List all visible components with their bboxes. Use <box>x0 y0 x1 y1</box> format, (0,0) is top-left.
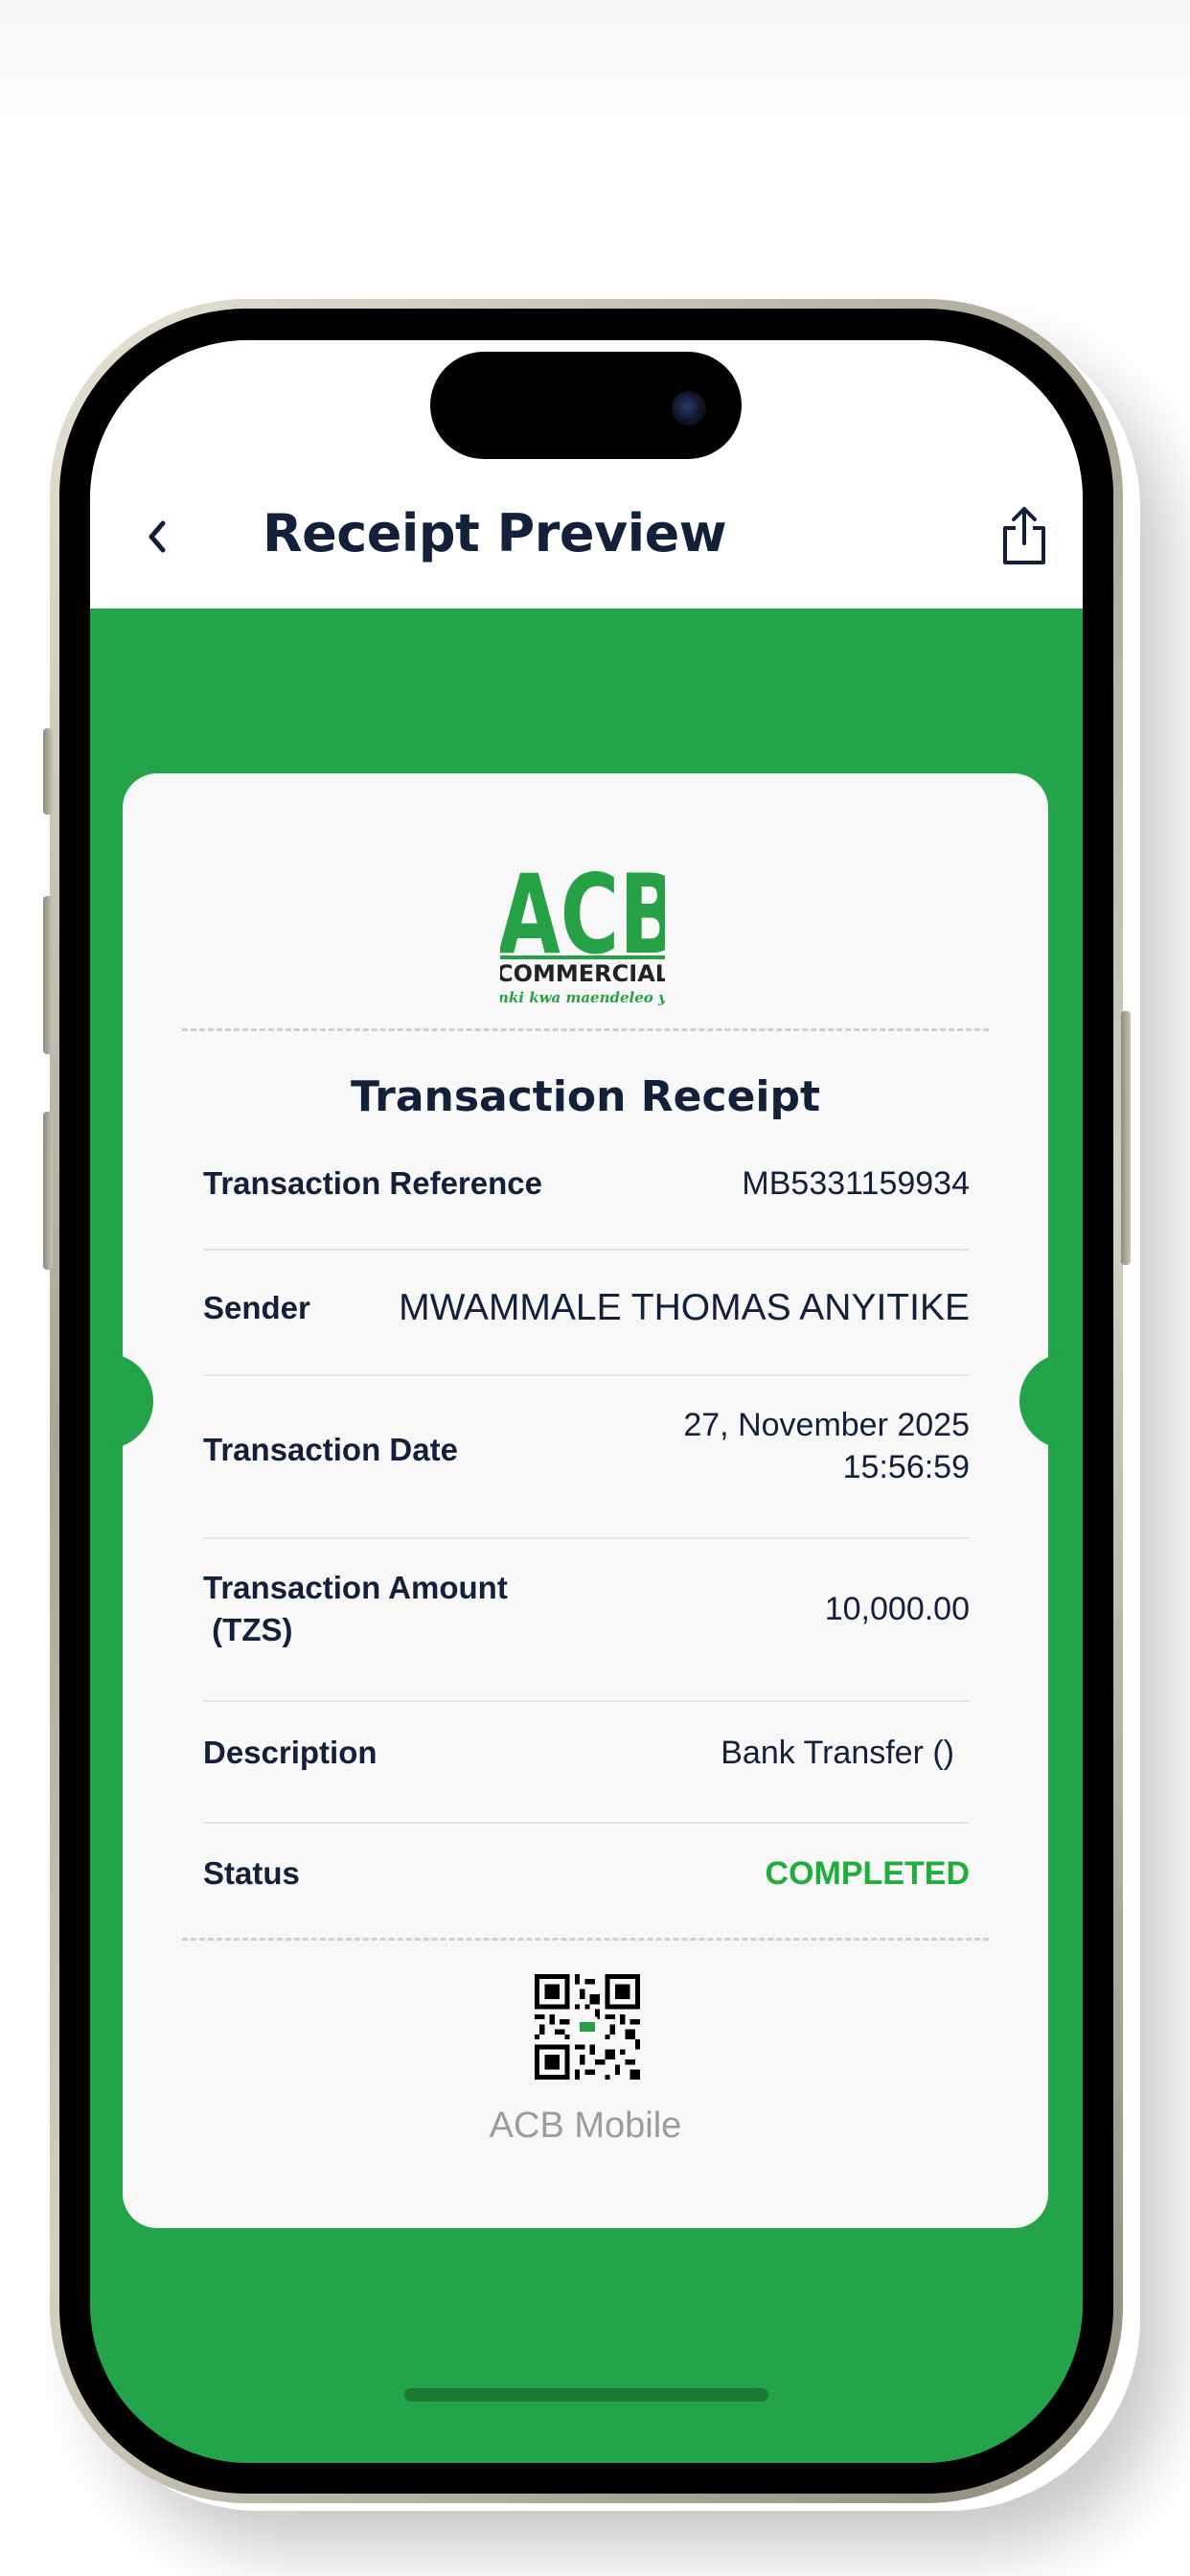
top-bar: Receipt Preview <box>90 340 1083 609</box>
row-label: Transaction Amount <box>203 1570 508 1605</box>
row-label: Description <box>203 1735 378 1770</box>
volume-down-button <box>43 1112 53 1270</box>
power-button <box>1121 1011 1131 1265</box>
share-button[interactable] <box>991 503 1058 570</box>
page-title: Receipt Preview <box>263 503 727 564</box>
qr-code-icon <box>535 1974 640 2080</box>
status-badge: COMPLETED <box>765 1855 970 1892</box>
row-separator <box>203 1700 970 1702</box>
row-value-date: 27, November 2025 <box>683 1407 970 1443</box>
row-transaction-amount: Transaction Amount (TZS) 10,000.00 <box>203 1559 970 1655</box>
row-transaction-date: Transaction Date 27, November 2025 15:56… <box>203 1396 970 1492</box>
row-description: Description Bank Transfer () <box>203 1732 970 1774</box>
front-camera <box>672 391 706 426</box>
row-status: Status COMPLETED <box>203 1852 970 1895</box>
home-indicator[interactable] <box>404 2388 768 2402</box>
app-screen: Receipt Preview ACB COMMERCIAL BA nki kw… <box>90 340 1083 2463</box>
row-label: Status <box>203 1855 300 1891</box>
row-separator <box>203 1537 970 1539</box>
back-button[interactable] <box>128 508 186 565</box>
divider-dashed <box>182 1028 989 1031</box>
row-label: Transaction Date <box>203 1432 458 1467</box>
row-separator <box>203 1822 970 1824</box>
receipt-title: Transaction Receipt <box>350 1072 821 1121</box>
row-separator <box>203 1249 970 1251</box>
row-value: 10,000.00 <box>824 1591 970 1627</box>
acb-logo: ACB COMMERCIAL BA nki kwa maendeleo ya <box>500 857 665 1005</box>
row-value: MWAMMALE THOMAS ANYITIKE <box>399 1287 970 1328</box>
row-label: Transaction Reference <box>203 1165 542 1201</box>
row-label-unit: (TZS) <box>203 1612 293 1647</box>
chevron-left-icon <box>149 520 166 553</box>
device-mockup: Receipt Preview ACB COMMERCIAL BA nki kw… <box>0 0 1190 2576</box>
row-value: Bank Transfer () <box>721 1735 954 1771</box>
share-icon <box>1003 507 1045 564</box>
row-separator <box>203 1374 970 1376</box>
row-value-time: 15:56:59 <box>842 1449 970 1485</box>
app-name-footer: ACB Mobile <box>489 2105 682 2146</box>
row-transaction-reference: Transaction Reference MB5331159934 <box>203 1162 970 1205</box>
svg-text:COMMERCIAL BA: COMMERCIAL BA <box>500 960 665 987</box>
divider-dashed <box>182 1938 989 1941</box>
receipt-card: ACB COMMERCIAL BA nki kwa maendeleo ya T… <box>123 773 1048 2228</box>
row-label: Sender <box>203 1290 310 1325</box>
action-button <box>43 728 53 815</box>
row-sender: Sender MWAMMALE THOMAS ANYITIKE <box>203 1287 970 1329</box>
row-value: MB5331159934 <box>742 1165 970 1202</box>
svg-text:nki kwa maendeleo ya: nki kwa maendeleo ya <box>500 989 665 1005</box>
volume-up-button <box>43 896 53 1054</box>
